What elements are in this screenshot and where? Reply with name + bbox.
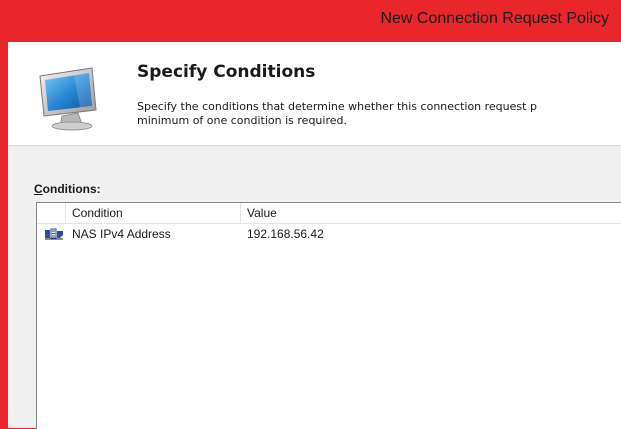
condition-value: 192.168.56.42 bbox=[247, 227, 324, 241]
list-header: Condition Value bbox=[37, 203, 621, 224]
conditions-label-accelerator: C bbox=[34, 182, 43, 196]
column-header-icon[interactable] bbox=[37, 203, 66, 223]
page-description: Specify the conditions that determine wh… bbox=[137, 100, 621, 128]
description-line-1: Specify the conditions that determine wh… bbox=[137, 100, 537, 113]
wizard-client-area: Specify Conditions Specify the condition… bbox=[8, 42, 621, 429]
wizard-window: New Connection Request Policy Specify Co… bbox=[0, 0, 621, 429]
page-title: Specify Conditions bbox=[137, 62, 316, 82]
conditions-list[interactable]: Condition Value NAS IPv4 Address 192.168… bbox=[36, 202, 621, 429]
network-address-icon bbox=[45, 228, 63, 240]
table-row[interactable]: NAS IPv4 Address 192.168.56.42 bbox=[37, 225, 621, 243]
wizard-body: Conditions: Condition Value NAS IPv4 Add… bbox=[8, 146, 621, 429]
column-header-value[interactable]: Value bbox=[241, 203, 621, 223]
description-line-2: minimum of one condition is required. bbox=[137, 114, 347, 127]
condition-name: NAS IPv4 Address bbox=[72, 227, 171, 241]
title-bar[interactable]: New Connection Request Policy bbox=[0, 0, 621, 42]
conditions-label: Conditions: bbox=[34, 182, 101, 196]
column-header-condition[interactable]: Condition bbox=[66, 203, 241, 223]
wizard-header: Specify Conditions Specify the condition… bbox=[8, 42, 621, 144]
window-title: New Connection Request Policy bbox=[380, 10, 609, 27]
conditions-label-text: onditions: bbox=[42, 182, 101, 196]
computer-monitor-icon bbox=[39, 67, 97, 131]
